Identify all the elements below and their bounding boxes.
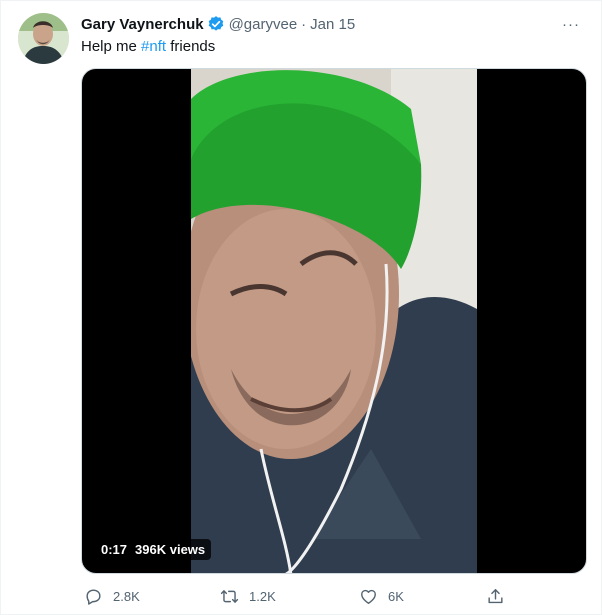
retweet-button[interactable]: 1.2K xyxy=(220,582,276,610)
separator-dot: · xyxy=(301,15,307,33)
author-name[interactable]: Gary Vaynerchuk xyxy=(81,16,204,33)
avatar[interactable] xyxy=(18,13,69,64)
tweet-text: Help me #nft friends xyxy=(81,37,215,57)
avatar-image xyxy=(18,13,69,64)
video-stats-badge: 0:17 396K views xyxy=(95,539,212,560)
reply-button[interactable]: 2.8K xyxy=(84,582,140,610)
more-options-icon[interactable]: ··· xyxy=(559,13,583,35)
reply-count: 2.8K xyxy=(113,588,140,604)
video-frame xyxy=(191,69,477,573)
tweet-actions: 2.8K 1.2K 6K xyxy=(81,582,587,612)
tweet-text-end: friends xyxy=(166,38,216,55)
heart-icon xyxy=(361,589,376,604)
retweet-icon xyxy=(220,589,239,603)
share-button[interactable] xyxy=(486,582,515,610)
like-count: 6K xyxy=(388,588,404,604)
share-icon xyxy=(488,588,503,603)
verified-badge-icon xyxy=(208,16,223,31)
reply-icon xyxy=(86,588,101,605)
tweet-card: Gary Vaynerchuk @garyvee · Jan 15 ··· He… xyxy=(0,0,602,615)
retweet-count: 1.2K xyxy=(249,588,276,604)
author-handle[interactable]: @garyvee xyxy=(229,16,298,33)
like-button[interactable]: 6K xyxy=(359,582,404,610)
tweet-text-start: Help me xyxy=(81,38,142,55)
hashtag-link[interactable]: #nft xyxy=(141,38,166,55)
video-player[interactable]: 0:17 396K views xyxy=(81,68,587,574)
tweet-header: Gary Vaynerchuk @garyvee · Jan 15 xyxy=(81,13,355,35)
video-views: 396K views xyxy=(135,542,206,557)
video-duration: 0:17 xyxy=(101,542,128,557)
tweet-date[interactable]: Jan 15 xyxy=(310,16,355,33)
